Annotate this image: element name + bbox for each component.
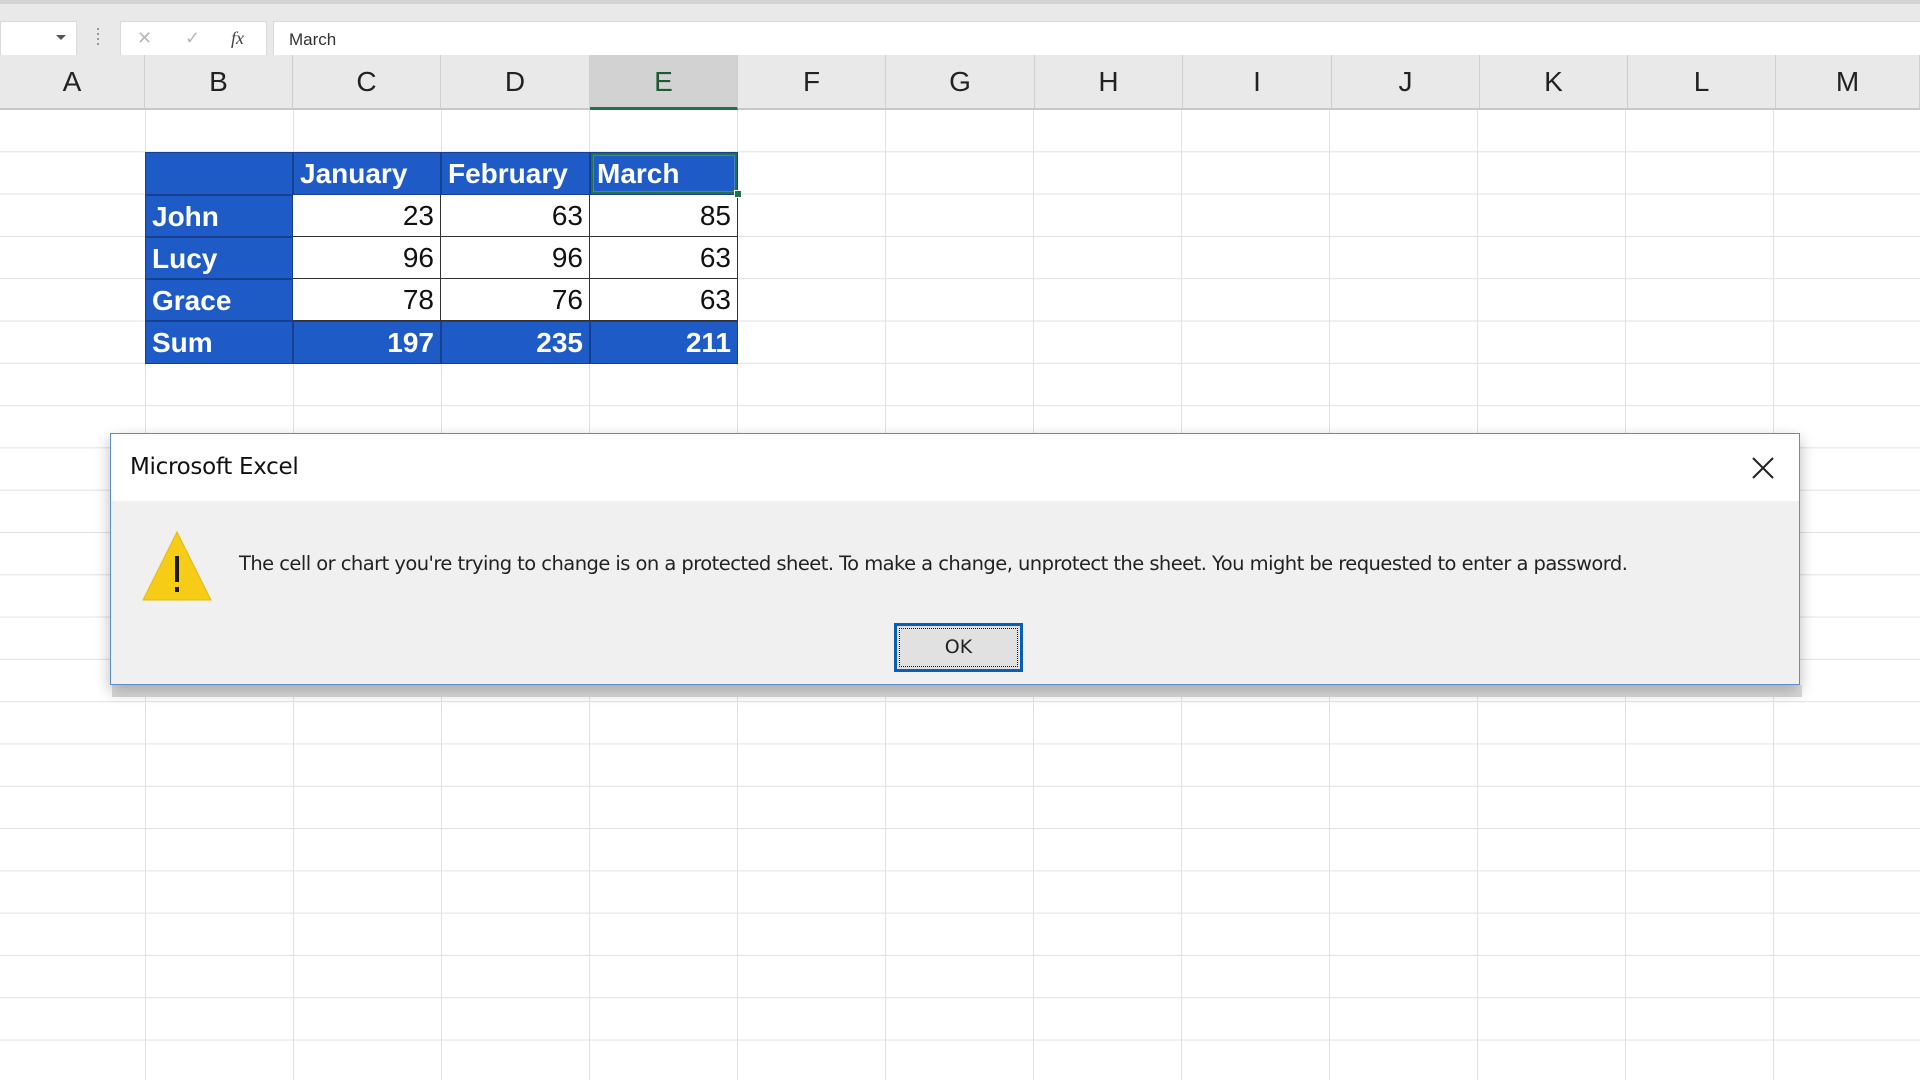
column-header-b[interactable]: B: [145, 55, 293, 108]
sum-value-cell[interactable]: 197: [293, 321, 441, 364]
month-header-cell[interactable]: March: [590, 152, 738, 195]
sum-value-cell[interactable]: 211: [590, 321, 738, 364]
column-header-i[interactable]: I: [1183, 55, 1332, 108]
insert-function-icon[interactable]: fx: [231, 28, 244, 49]
ok-button[interactable]: OK: [894, 623, 1023, 672]
value-cell[interactable]: 96: [293, 237, 441, 279]
formula-buttons: ✕ ✓ fx: [120, 21, 267, 56]
value-cell[interactable]: 23: [293, 195, 441, 237]
warning-icon: [142, 530, 212, 601]
formula-input[interactable]: March: [273, 21, 1920, 56]
value-cell[interactable]: 78: [293, 279, 441, 321]
close-icon[interactable]: [1745, 450, 1781, 486]
value-cell[interactable]: 63: [441, 195, 590, 237]
fill-handle[interactable]: [734, 190, 742, 198]
column-header-a[interactable]: A: [0, 55, 145, 108]
name-box[interactable]: [0, 21, 77, 56]
dialog-shadow: [112, 685, 1802, 697]
value-cell[interactable]: 96: [441, 237, 590, 279]
column-header-m[interactable]: M: [1776, 55, 1920, 108]
column-header-d[interactable]: D: [441, 55, 590, 108]
column-header-f[interactable]: F: [738, 55, 886, 108]
value-cell[interactable]: 63: [590, 279, 738, 321]
dialog-title: Microsoft Excel: [130, 454, 299, 480]
sum-label-cell[interactable]: Sum: [145, 321, 293, 364]
month-header-cell[interactable]: February: [441, 152, 590, 195]
dialog-message: The cell or chart you're trying to chang…: [239, 552, 1628, 575]
formula-value: March: [289, 30, 337, 49]
column-header-j[interactable]: J: [1332, 55, 1480, 108]
row-name-cell[interactable]: John: [145, 195, 293, 237]
cancel-icon[interactable]: ✕: [137, 28, 152, 49]
column-header-h[interactable]: H: [1035, 55, 1183, 108]
column-header-g[interactable]: G: [886, 55, 1035, 108]
row-name-cell[interactable]: Grace: [145, 279, 293, 321]
column-headers: ABCDEFGHIJKLM: [0, 55, 1920, 110]
row-name-cell[interactable]: Lucy: [145, 237, 293, 279]
value-cell[interactable]: 63: [590, 237, 738, 279]
table-corner-cell[interactable]: [145, 152, 293, 195]
protected-sheet-dialog: Microsoft Excel The cell or chart you're…: [110, 433, 1800, 685]
chevron-down-icon[interactable]: [56, 35, 66, 40]
column-header-k[interactable]: K: [1480, 55, 1628, 108]
check-icon[interactable]: ✓: [185, 28, 200, 49]
column-header-c[interactable]: C: [293, 55, 441, 108]
dialog-title-bar: Microsoft Excel: [111, 434, 1799, 501]
value-cell[interactable]: 85: [590, 195, 738, 237]
close-button[interactable]: [1745, 450, 1781, 486]
column-header-e[interactable]: E: [590, 55, 738, 110]
sum-value-cell[interactable]: 235: [441, 321, 590, 364]
formula-bar-grip[interactable]: [97, 28, 99, 48]
month-header-cell[interactable]: January: [293, 152, 441, 195]
value-cell[interactable]: 76: [441, 279, 590, 321]
formula-bar: ✕ ✓ fx March: [0, 0, 1920, 56]
column-header-l[interactable]: L: [1628, 55, 1776, 108]
